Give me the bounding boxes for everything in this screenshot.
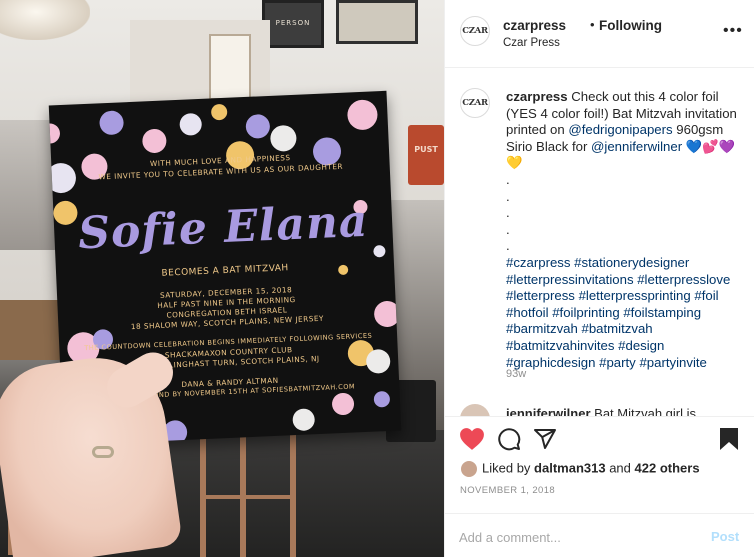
hashtag-link[interactable]: #czarpress bbox=[506, 255, 571, 270]
hashtag-list: #czarpress #stationerydesigner #letterpr… bbox=[506, 255, 746, 371]
post-header: CZAR czarpress • Following Czar Press ••… bbox=[445, 0, 754, 68]
username-link[interactable]: czarpress bbox=[503, 18, 566, 33]
commenter-username[interactable]: jenniferwilner bbox=[506, 406, 591, 416]
add-comment-bar: Post bbox=[445, 513, 754, 557]
caption-dot: . bbox=[506, 188, 510, 204]
mention-link[interactable]: @jenniferwilner bbox=[591, 139, 682, 154]
red-can: PUST bbox=[408, 125, 444, 185]
caption-dot: . bbox=[506, 238, 510, 254]
pendant-lamp bbox=[0, 0, 90, 40]
comment-text: Bat Mitzvah girl is bbox=[594, 406, 697, 416]
hashtag-link[interactable]: #party bbox=[599, 355, 636, 370]
hashtag-link[interactable]: #letterpress bbox=[506, 288, 575, 303]
liked-by-count[interactable]: 422 others bbox=[635, 460, 700, 475]
hashtag-link[interactable]: #foilprinting bbox=[552, 305, 619, 320]
heart-icon[interactable] bbox=[459, 427, 485, 451]
comment-input[interactable] bbox=[459, 526, 689, 548]
ring bbox=[92, 446, 114, 458]
mention-link[interactable]: @fedrigonipapers bbox=[568, 122, 672, 137]
post-comment-button[interactable]: Post bbox=[711, 529, 739, 544]
hashtag-link[interactable]: #barmitzvah bbox=[506, 321, 578, 336]
menu-sign bbox=[209, 34, 251, 100]
hashtag-link[interactable]: #batmitzvahinvites bbox=[506, 338, 614, 353]
post-sidebar: CZAR czarpress • Following Czar Press ••… bbox=[444, 0, 754, 557]
caption-dot: . bbox=[506, 205, 510, 221]
hashtag-link[interactable]: #foilstamping bbox=[623, 305, 701, 320]
post-age[interactable]: 93w bbox=[506, 368, 526, 380]
caption-username[interactable]: czarpress bbox=[506, 89, 568, 104]
bookmark-icon[interactable] bbox=[719, 427, 739, 451]
commenter-avatar[interactable] bbox=[460, 404, 490, 416]
more-horizontal-icon[interactable]: ••• bbox=[723, 22, 743, 40]
hashtag-link[interactable]: #letterpressinvitations bbox=[506, 272, 634, 287]
hashtag-link[interactable]: #partyinvite bbox=[639, 355, 706, 370]
caption-dot: . bbox=[506, 171, 510, 187]
following-button[interactable]: Following bbox=[599, 18, 662, 33]
account-subtitle: Czar Press bbox=[503, 37, 560, 49]
hashtag-link[interactable]: #batmitzvah bbox=[582, 321, 653, 336]
separator: • bbox=[590, 17, 595, 32]
share-icon[interactable] bbox=[533, 427, 557, 451]
wall-frame: PERSON bbox=[262, 0, 324, 48]
espresso-machine bbox=[0, 120, 56, 250]
likes-summary: Liked by daltman313 and 422 others bbox=[460, 460, 700, 478]
caption-avatar[interactable]: CZAR bbox=[460, 88, 490, 118]
action-bar: Liked by daltman313 and 422 others NOVEM… bbox=[445, 416, 754, 557]
hashtag-link[interactable]: #design bbox=[618, 338, 664, 353]
post-photo[interactable]: PERSON PUST WITH MUCH LOVE AND HAPPINESS… bbox=[0, 0, 444, 557]
hashtag-link[interactable]: #letterpressprinting bbox=[579, 288, 691, 303]
invitation-name: Sofie Elana bbox=[77, 195, 370, 260]
hashtag-link[interactable]: #foil bbox=[694, 288, 718, 303]
next-comment: jenniferwilner Bat Mitzvah girl is bbox=[460, 404, 697, 416]
liked-by-and: and bbox=[605, 460, 635, 476]
stool-rung bbox=[200, 495, 296, 499]
post-date[interactable]: NOVEMBER 1, 2018 bbox=[460, 485, 555, 496]
liked-by-prefix: Liked by bbox=[482, 460, 535, 476]
caption-text: czarpress Check out this 4 color foil (Y… bbox=[506, 89, 746, 371]
hashtag-link[interactable]: #stationerydesigner bbox=[574, 255, 689, 270]
caption-area: CZAR czarpress Check out this 4 color fo… bbox=[445, 68, 754, 416]
avatar[interactable]: CZAR bbox=[460, 16, 490, 46]
comment-icon[interactable] bbox=[497, 427, 521, 451]
liker-avatar[interactable] bbox=[460, 460, 478, 478]
wall-frame-2 bbox=[336, 0, 418, 44]
hashtag-link[interactable]: #letterpresslove bbox=[637, 272, 730, 287]
can-label: PUST bbox=[414, 145, 438, 154]
liked-by-user[interactable]: daltman313 bbox=[534, 460, 606, 475]
hashtag-link[interactable]: #hotfoil bbox=[506, 305, 549, 320]
caption-dot: . bbox=[506, 221, 510, 237]
wall-sign-text: PERSON bbox=[275, 19, 311, 27]
